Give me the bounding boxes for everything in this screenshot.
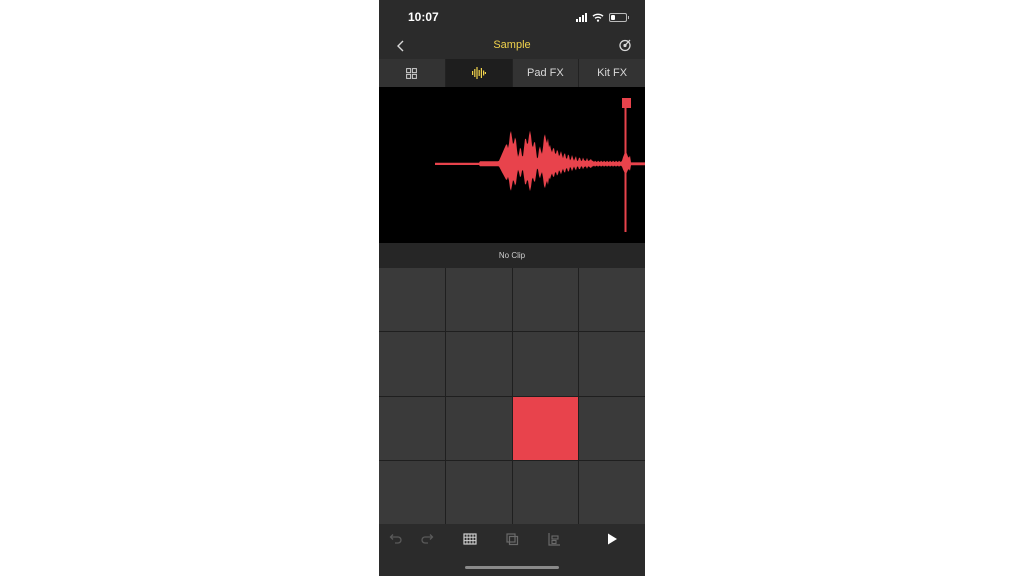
status-icons [576, 10, 629, 24]
home-indicator [465, 566, 559, 569]
pad[interactable] [579, 460, 645, 524]
tab-pad-fx[interactable]: Pad FX [512, 59, 580, 87]
tab-bar: Pad FX Kit FX [379, 59, 645, 87]
play-icon[interactable] [604, 531, 620, 547]
align-icon[interactable] [546, 531, 562, 547]
pad-grid [379, 268, 645, 524]
tab-kit-fx[interactable]: Kit FX [579, 59, 645, 87]
bottom-toolbar [379, 524, 645, 554]
grid-icon [406, 67, 418, 79]
battery-icon [609, 12, 629, 22]
waveform-icon [471, 67, 486, 79]
pad-selected[interactable] [512, 396, 579, 460]
nav-bar: Sample [379, 33, 645, 59]
waveform-view[interactable] [379, 87, 645, 243]
pad[interactable] [512, 460, 579, 524]
pad[interactable] [445, 268, 512, 332]
pad[interactable] [579, 332, 645, 396]
pad[interactable] [579, 396, 645, 460]
tab-sample[interactable] [445, 59, 513, 87]
waveform-plot [435, 98, 645, 232]
status-time: 10:07 [408, 10, 439, 24]
redo-icon[interactable] [420, 531, 436, 547]
waveform-shape [435, 130, 645, 192]
pad[interactable] [379, 460, 445, 524]
undo-icon[interactable] [387, 531, 403, 547]
duplicate-icon[interactable] [504, 531, 520, 547]
end-marker-line[interactable] [624, 99, 627, 232]
pad[interactable] [579, 268, 645, 332]
status-bar: 10:07 [379, 0, 645, 32]
pad[interactable] [379, 332, 445, 396]
phone-screen: 10:07 Sample Pad FX Kit FX No Clip [379, 0, 645, 576]
pad[interactable] [512, 268, 579, 332]
pad-grid-icon[interactable] [462, 531, 478, 547]
cellular-signal-icon [576, 12, 587, 22]
wifi-icon [592, 13, 604, 22]
pad[interactable] [379, 268, 445, 332]
clip-label: No Clip [498, 251, 526, 260]
pad[interactable] [512, 332, 579, 396]
tuner-icon[interactable] [617, 37, 633, 53]
pad[interactable] [445, 460, 512, 524]
tab-grid[interactable] [379, 59, 446, 87]
page-title: Sample [493, 39, 531, 51]
pad[interactable] [379, 396, 445, 460]
end-marker-handle[interactable] [622, 98, 631, 108]
clip-status: No Clip [379, 243, 645, 268]
pad[interactable] [445, 332, 512, 396]
pad[interactable] [445, 396, 512, 460]
